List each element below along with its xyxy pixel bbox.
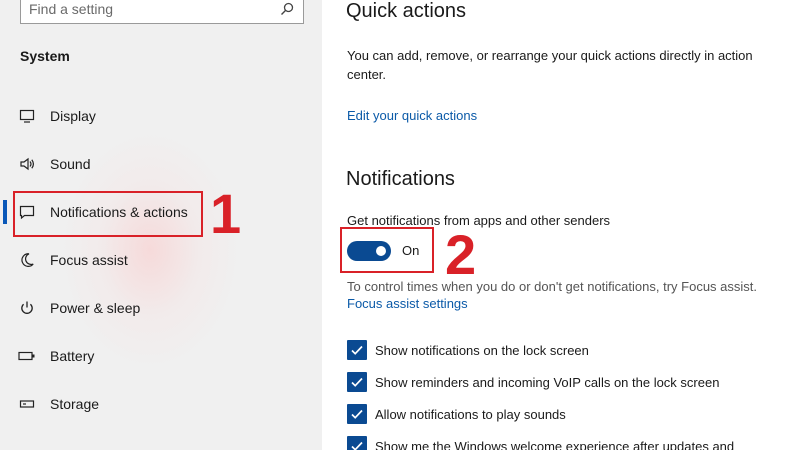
- checkbox-row-reminders-voip[interactable]: Show reminders and incoming VoIP calls o…: [347, 371, 719, 393]
- checkbox-checked[interactable]: [347, 404, 367, 424]
- sidebar-item-label: Battery: [50, 348, 95, 364]
- checkbox-checked[interactable]: [347, 436, 367, 450]
- sidebar-item-label: Sound: [50, 156, 91, 172]
- notification-icon: [18, 203, 36, 221]
- sidebar-item-label: Focus assist: [50, 252, 128, 268]
- checkmark-icon: [351, 345, 363, 355]
- annotation-number-2: 2: [445, 223, 477, 286]
- sidebar-item-sound[interactable]: Sound: [0, 140, 322, 188]
- sidebar-item-battery[interactable]: Battery: [0, 332, 322, 380]
- edit-quick-actions-link[interactable]: Edit your quick actions: [347, 108, 477, 123]
- sidebar-item-label: Notifications & actions: [50, 204, 188, 220]
- settings-content: Quick actions You can add, remove, or re…: [322, 0, 800, 450]
- sidebar-nav: Display Sound Notifications & actions Fo…: [0, 92, 322, 428]
- checkbox-label: Show me the Windows welcome experience a…: [375, 438, 735, 450]
- checkbox-row-play-sounds[interactable]: Allow notifications to play sounds: [347, 403, 566, 425]
- checkbox-label: Allow notifications to play sounds: [375, 406, 566, 422]
- storage-icon: [18, 395, 36, 413]
- section-title: System: [20, 48, 70, 64]
- sidebar-item-storage[interactable]: Storage: [0, 380, 322, 428]
- focus-assist-hint: To control times when you do or don't ge…: [347, 279, 758, 294]
- sidebar-item-notifications[interactable]: Notifications & actions: [0, 188, 322, 236]
- search-icon[interactable]: [279, 1, 295, 17]
- settings-sidebar: System Display Sound Notifications & act…: [0, 0, 322, 450]
- search-input[interactable]: [29, 1, 279, 17]
- sidebar-item-label: Power & sleep: [50, 300, 141, 316]
- checkbox-row-lock-screen[interactable]: Show notifications on the lock screen: [347, 339, 589, 361]
- sidebar-item-display[interactable]: Display: [0, 92, 322, 140]
- speaker-icon: [18, 155, 36, 173]
- checkbox-checked[interactable]: [347, 340, 367, 360]
- search-box[interactable]: [20, 0, 304, 24]
- sidebar-item-label: Display: [50, 108, 96, 124]
- power-icon: [18, 299, 36, 317]
- sidebar-item-power-sleep[interactable]: Power & sleep: [0, 284, 322, 332]
- annotation-number-1: 1: [210, 182, 242, 245]
- quick-actions-description: You can add, remove, or rearrange your q…: [347, 48, 753, 82]
- checkmark-icon: [351, 441, 363, 450]
- checkbox-row-welcome-experience[interactable]: Show me the Windows welcome experience a…: [347, 435, 734, 450]
- sidebar-item-label: Storage: [50, 396, 100, 412]
- notifications-toggle-group: On: [340, 227, 434, 273]
- checkmark-icon: [351, 409, 363, 419]
- checkbox-label: Show notifications on the lock screen: [375, 342, 589, 358]
- checkbox-checked[interactable]: [347, 372, 367, 392]
- quick-actions-heading: Quick actions: [346, 0, 467, 22]
- notifications-toggle[interactable]: [347, 241, 391, 261]
- checkbox-label: Show reminders and incoming VoIP calls o…: [375, 374, 720, 390]
- battery-icon: [18, 347, 36, 365]
- focus-assist-settings-link[interactable]: Focus assist settings: [347, 296, 468, 311]
- moon-icon: [18, 251, 36, 269]
- toggle-state-label: On: [402, 243, 420, 258]
- sidebar-item-focus-assist[interactable]: Focus assist: [0, 236, 322, 284]
- monitor-icon: [18, 107, 36, 125]
- notifications-heading: Notifications: [346, 168, 455, 190]
- checkmark-icon: [351, 377, 363, 387]
